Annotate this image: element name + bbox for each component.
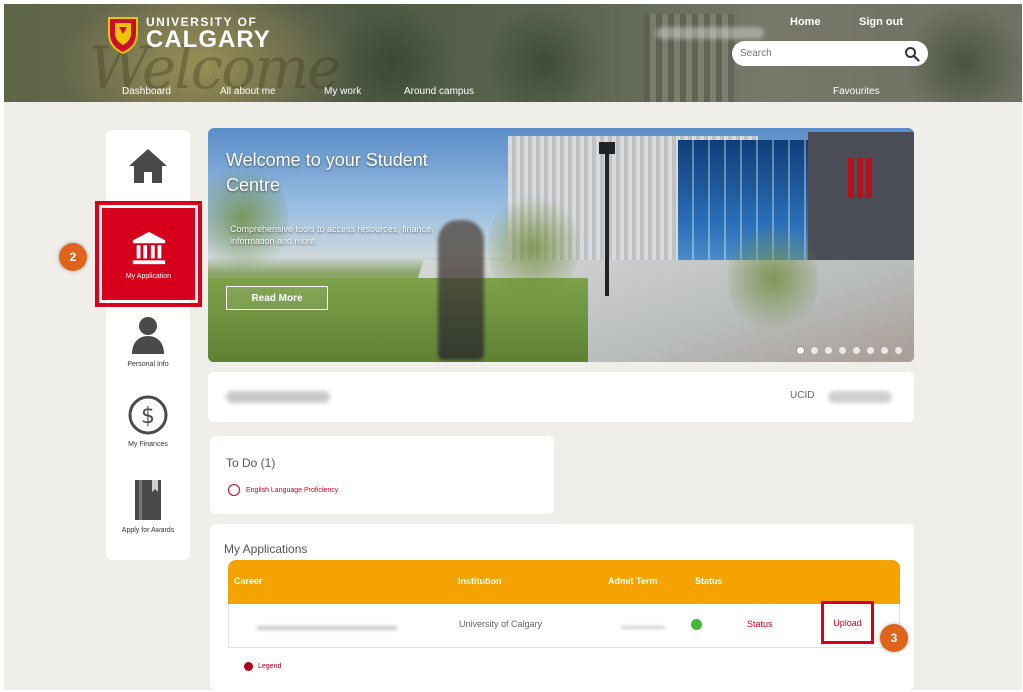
hero-lamp-post <box>599 142 615 296</box>
sidebar-item-label: My Finances <box>128 441 168 448</box>
dollar-circle-icon: $ <box>128 395 168 435</box>
sign-out-link[interactable]: Sign out <box>859 16 903 28</box>
carousel-dots <box>797 347 902 354</box>
nav-favourites[interactable]: Favourites <box>833 86 880 97</box>
todo-item-label[interactable]: English Language Proficiency <box>246 487 338 494</box>
sidebar-item-label: Personal Info <box>127 361 169 368</box>
column-header-institution: Institution <box>458 576 502 586</box>
carousel-dot[interactable] <box>839 347 846 354</box>
read-more-button[interactable]: Read More <box>226 286 328 310</box>
svg-text:$: $ <box>141 404 155 429</box>
institution-icon <box>132 231 165 264</box>
ucid-label: UCID <box>790 390 815 401</box>
applications-table-header: Career Institution Admit Term Status <box>228 560 900 604</box>
sidebar: Personal Info $ My Finances Apply for Aw… <box>106 130 190 560</box>
carousel-dot[interactable] <box>797 347 804 354</box>
search-bar[interactable] <box>732 41 928 66</box>
nav-my-work[interactable]: My work <box>324 86 361 97</box>
university-logo[interactable]: UNIVERSITY OF CALGARY <box>106 14 271 54</box>
ucid-value-redacted <box>828 391 892 403</box>
hero-tree <box>488 188 578 308</box>
applications-title: My Applications <box>224 542 308 556</box>
status-indicator <box>691 619 702 630</box>
carousel-dot[interactable] <box>811 347 818 354</box>
hero-banner: Welcome to your Student Centre Comprehen… <box>208 128 914 362</box>
sidebar-item-label: Apply for Awards <box>121 527 175 534</box>
carousel-dot[interactable] <box>867 347 874 354</box>
hero-student <box>438 220 484 360</box>
career-redacted <box>257 626 397 630</box>
hero-subtitle: Comprehensive tools to access resources,… <box>230 224 434 246</box>
admit-term-redacted <box>621 626 665 629</box>
carousel-dot[interactable] <box>825 347 832 354</box>
crest-icon <box>108 17 138 54</box>
carousel-dot[interactable] <box>881 347 888 354</box>
column-header-career: Career <box>234 576 263 586</box>
status-link[interactable]: Status <box>747 619 773 629</box>
sidebar-item-home[interactable] <box>106 146 190 188</box>
hero-tree <box>728 218 818 338</box>
legend[interactable]: Legend <box>244 662 281 671</box>
institution-cell: University of Calgary <box>459 619 543 629</box>
hero-building-accent <box>848 158 874 198</box>
legend-icon <box>244 662 253 671</box>
book-icon <box>135 480 161 520</box>
header-background-trees <box>484 4 604 102</box>
todo-title: To Do (1) <box>226 456 276 470</box>
upload-button[interactable]: Upload <box>821 601 874 644</box>
search-icon[interactable] <box>904 46 920 62</box>
upload-label[interactable]: Upload <box>833 618 862 628</box>
search-input[interactable] <box>740 48 904 59</box>
user-name-redacted <box>656 27 764 39</box>
site-header: Welcome UNIVERSITY OF CALGARY Home Sign … <box>4 4 1022 102</box>
nav-all-about-me[interactable]: All about me <box>220 86 276 97</box>
sidebar-item-personal-info[interactable]: Personal Info <box>106 314 190 369</box>
todo-card: To Do (1) English Language Proficiency <box>210 436 554 514</box>
legend-label[interactable]: Legend <box>258 663 281 670</box>
sidebar-item-my-application[interactable]: My Application <box>95 201 202 307</box>
todo-item[interactable]: English Language Proficiency <box>228 484 338 496</box>
logo-line-2: CALGARY <box>146 26 271 53</box>
sidebar-item-label: My Application <box>125 272 172 280</box>
profile-card: UCID <box>208 372 914 422</box>
sidebar-item-finances[interactable]: $ My Finances <box>106 394 190 449</box>
todo-checkbox[interactable] <box>228 484 240 496</box>
step-badge-3: 3 <box>880 624 908 652</box>
applications-card: My Applications Career Institution Admit… <box>210 524 914 690</box>
nav-around-campus[interactable]: Around campus <box>404 86 474 97</box>
table-row: University of Calgary Status <box>228 604 900 648</box>
student-name-redacted <box>226 391 330 403</box>
column-header-status: Status <box>695 576 723 586</box>
hero-title: Welcome to your Student Centre <box>226 150 428 196</box>
column-header-admit-term: Admit Term <box>608 576 658 586</box>
carousel-dot[interactable] <box>895 347 902 354</box>
sidebar-item-awards[interactable]: Apply for Awards <box>106 478 190 535</box>
home-icon <box>129 149 167 183</box>
nav-dashboard[interactable]: Dashboard <box>122 86 171 97</box>
home-link[interactable]: Home <box>790 16 821 28</box>
person-icon <box>132 317 164 354</box>
carousel-dot[interactable] <box>853 347 860 354</box>
step-badge-2: 2 <box>59 243 87 271</box>
